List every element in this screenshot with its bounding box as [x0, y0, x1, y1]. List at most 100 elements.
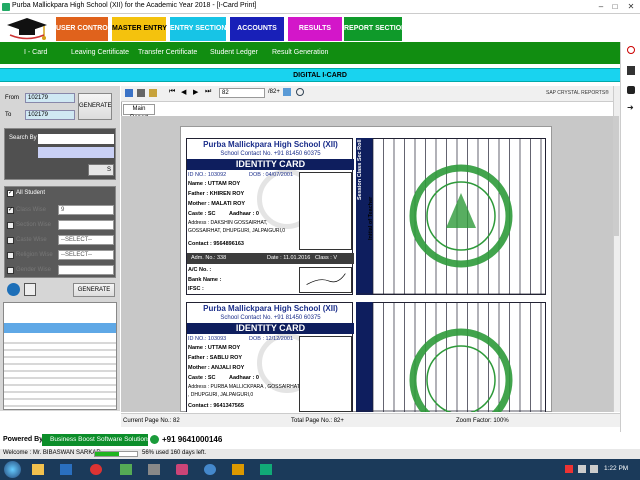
identity-heading: IDENTITY CARD — [187, 323, 354, 334]
from-field[interactable]: 102179 — [25, 93, 75, 103]
tray-alert-icon[interactable] — [565, 465, 573, 473]
excel-taskbar-icon[interactable] — [260, 464, 272, 475]
folder-taskbar-icon[interactable] — [232, 464, 244, 475]
printer-icon[interactable] — [24, 283, 36, 296]
address: Address : DAKSHIN GOSSAIRHAT, — [188, 220, 268, 226]
ifsc: IFSC : — [188, 286, 204, 292]
id-card-back-2 — [356, 302, 546, 412]
photo-box — [299, 172, 352, 250]
power-icon[interactable] — [627, 46, 635, 54]
page-total: /82+ — [268, 89, 280, 95]
religion-wise-checkbox[interactable] — [7, 252, 14, 259]
address-line-2: , DHUPGURI, JALPAIGURI,0 — [188, 392, 254, 398]
search-input[interactable] — [38, 147, 114, 158]
section-wise-checkbox[interactable] — [7, 222, 14, 229]
dob: DOB : 12/12/2001 — [249, 336, 294, 342]
search-go-button[interactable]: S — [88, 164, 114, 176]
total-page: Total Page No.: 82+ — [291, 418, 344, 424]
page-number-input[interactable]: 82 — [219, 88, 265, 98]
exit-icon[interactable]: ➜ — [627, 104, 635, 112]
prev-page-icon[interactable]: ◀ — [181, 88, 186, 96]
student-grid[interactable] — [3, 302, 117, 410]
menu-master-entry[interactable]: MASTER ENTRY — [112, 17, 167, 41]
all-student-checkbox[interactable]: ✓ — [7, 190, 14, 197]
page-title: DIGITAL I-CARD — [293, 72, 347, 79]
last-page-icon[interactable]: ⏭ — [205, 88, 211, 96]
next-page-icon[interactable]: ▶ — [193, 88, 198, 96]
zoom-icon[interactable] — [283, 88, 291, 96]
usage-fill — [95, 452, 119, 456]
all-student-label: All Student — [16, 190, 46, 196]
explorer-taskbar-icon[interactable] — [32, 464, 44, 475]
maximize-button[interactable]: □ — [608, 1, 622, 12]
menu-results[interactable]: RESULTS — [288, 17, 342, 41]
refresh-icon[interactable] — [149, 89, 157, 97]
menu-report-section[interactable]: REPORT SECTION — [344, 17, 406, 41]
menu-accounts[interactable]: ACCOUNTS — [230, 17, 284, 41]
to-label: To — [5, 112, 12, 118]
subnav-transfer-certificate[interactable]: Transfer Certificate — [138, 49, 197, 56]
aadhaar: Aadhaar : 0 — [229, 211, 259, 217]
caste-wise-checkbox[interactable] — [7, 237, 14, 244]
religion-select[interactable]: --SELECT-- — [58, 250, 114, 260]
session-class-label: Session Class Sec Roll — [357, 139, 363, 200]
browser-taskbar-icon[interactable] — [90, 464, 102, 475]
subnav-result-generation[interactable]: Result Generation — [272, 49, 328, 56]
generate-button[interactable]: GENERATE — [73, 283, 115, 297]
subnav-student-ledger[interactable]: Student Ledger — [210, 49, 258, 56]
generate-range-button[interactable]: GENERATE — [78, 93, 112, 120]
bank-name: Bank Name : — [188, 277, 222, 283]
media-taskbar-icon[interactable] — [176, 464, 188, 475]
tray-network-icon[interactable] — [578, 465, 586, 473]
subnav-leaving-certificate[interactable]: Leaving Certificate — [71, 49, 129, 56]
menu-entry-section[interactable]: ENTRY SECTION — [170, 17, 226, 41]
admission-bar: Adm. No.: 338 Date : 11.01.2016 Class : … — [187, 253, 354, 264]
selected-row[interactable] — [4, 323, 116, 333]
search-icon[interactable] — [7, 283, 20, 296]
initial-teacher-label: Initial of Teacher — [368, 196, 374, 240]
caste-select[interactable]: --SELECT-- — [58, 235, 114, 245]
minimize-button[interactable]: – — [594, 1, 608, 12]
welcome-bar: Welcome : Mr. BIBASWAN SARKAR 56% used 1… — [0, 449, 640, 459]
settings-taskbar-icon[interactable] — [148, 464, 160, 475]
start-button[interactable] — [4, 461, 21, 478]
subnav-icard[interactable]: I - Card — [24, 49, 47, 56]
search-by-select[interactable] — [38, 134, 114, 144]
first-page-icon[interactable]: ⏮ — [169, 88, 175, 96]
admission-number: Adm. No.: 338 — [191, 255, 227, 261]
main-report-tab[interactable]: Main Report — [123, 104, 155, 121]
print-icon[interactable] — [137, 89, 145, 97]
table-rows[interactable] — [4, 337, 116, 407]
class-wise-checkbox[interactable]: ✓ — [7, 207, 14, 214]
school-name: Purba Mallickpara High School (XII) — [203, 140, 338, 149]
close-button[interactable]: ✕ — [624, 1, 638, 12]
document-icon[interactable] — [627, 66, 635, 75]
class-select[interactable]: 9 — [58, 205, 114, 215]
lock-icon[interactable] — [627, 86, 635, 94]
gender-select[interactable] — [58, 265, 114, 275]
crystal-brand: SAP CRYSTAL REPORTS® — [546, 90, 609, 96]
taskbar: 1:22 PM — [0, 459, 640, 480]
network-taskbar-icon[interactable] — [204, 464, 216, 475]
contact-number: Contact : 9564896163 — [188, 241, 244, 247]
father-name: Father : SABLU ROY — [188, 355, 243, 361]
export-icon[interactable] — [125, 89, 133, 97]
dob: DOB : 04/07/2001 — [249, 172, 294, 178]
scroll-thumb[interactable] — [614, 116, 619, 236]
app-taskbar-icon[interactable] — [60, 464, 72, 475]
menu-user-control[interactable]: USER CONTROL — [56, 17, 112, 41]
from-label: From — [5, 95, 19, 101]
gender-wise-checkbox[interactable] — [7, 267, 14, 274]
title-bar: Purba Mallickpara High School (XII) for … — [0, 0, 640, 14]
caste: Caste : SC — [188, 211, 216, 217]
contact-number: Contact : 9641347565 — [188, 403, 244, 409]
school-app-taskbar-icon[interactable] — [120, 464, 132, 475]
support-phone: +91 9641000146 — [162, 435, 223, 444]
tray-volume-icon[interactable] — [590, 465, 598, 473]
identity-heading: IDENTITY CARD — [187, 159, 354, 170]
window-title: Purba Mallickpara High School (XII) for … — [12, 2, 257, 9]
section-select[interactable] — [58, 220, 114, 230]
find-icon[interactable] — [296, 88, 304, 96]
address-line-2: GOSSAIRHAT, DHUPGURI, JALPAIGURI,0 — [188, 228, 286, 234]
to-field[interactable]: 102179 — [25, 110, 75, 120]
